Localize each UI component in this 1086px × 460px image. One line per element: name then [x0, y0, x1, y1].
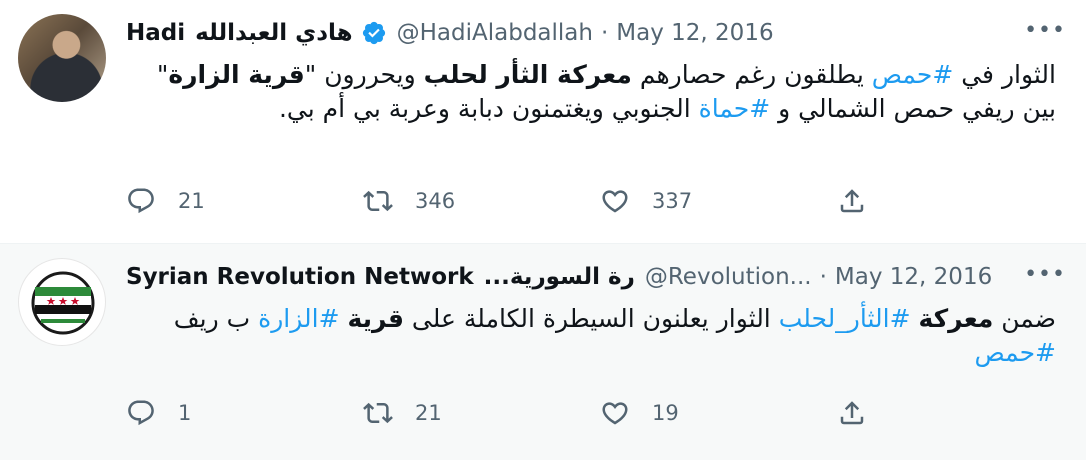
like-button[interactable]: 19: [600, 398, 837, 428]
heart-icon: [602, 402, 628, 425]
share-icon: [840, 401, 864, 425]
tweet-text: ضمن معركة #الثأر_لحلب الثوار يعلنون السي…: [126, 302, 1056, 370]
share-icon: [840, 189, 864, 213]
tweet-actions: 1 21 19: [126, 398, 896, 428]
bold-text: قرية: [347, 304, 404, 333]
like-count: 337: [652, 189, 693, 213]
tweet-text-segment: الثوار في: [953, 60, 1056, 89]
reply-count: 21: [178, 189, 205, 213]
author-name[interactable]: Hadi: [126, 20, 185, 46]
hashtag-link[interactable]: #الثأر_لحلب: [779, 304, 911, 333]
tweet-date[interactable]: May 12, 2016: [835, 264, 992, 290]
verified-badge-icon: [361, 20, 387, 46]
retweet-count: 346: [415, 189, 456, 213]
tweet-syrian-revolution-network[interactable]: Syrian Revolution Network ...رة السورية …: [0, 244, 1086, 460]
author-handle[interactable]: @Revolution...: [645, 264, 812, 290]
retweet-count: 21: [415, 401, 442, 425]
heart-icon: [602, 190, 628, 213]
tweet-text-segment: الجنوبي ويغتمنون دبابة وعربة بي أم بي.: [278, 94, 699, 123]
retweet-button[interactable]: 21: [363, 398, 600, 428]
like-button[interactable]: 337: [600, 186, 837, 216]
bold-text: معركة الثأر لحلب: [423, 60, 632, 89]
separator: ·: [600, 20, 609, 46]
reply-icon: [128, 188, 154, 214]
tweet-header: Hadi هادي العبدالله @HadiAlabdallah · Ma…: [126, 18, 1066, 48]
reply-icon: [128, 400, 154, 426]
hashtag-link[interactable]: #حمص: [975, 338, 1056, 367]
retweet-button[interactable]: 346: [363, 186, 600, 216]
tweet-text-segment: ب ريف: [173, 304, 259, 333]
tweet-text-segment: ضمن: [993, 304, 1056, 333]
tweet-text-segment: الثوار يعلنون السيطرة الكاملة على: [403, 304, 779, 333]
hashtag-link[interactable]: #الزارة: [258, 304, 339, 333]
tweet-date[interactable]: May 12, 2016: [616, 20, 773, 46]
author-handle[interactable]: @HadiAlabdallah: [397, 20, 593, 46]
retweet-icon: [363, 190, 393, 212]
avatar[interactable]: [18, 258, 106, 346]
logo-icon: [31, 271, 95, 335]
avatar[interactable]: [18, 14, 106, 102]
more-options-icon[interactable]: •••: [1024, 18, 1066, 43]
reply-button[interactable]: 1: [126, 398, 363, 428]
author-name[interactable]: Syrian Revolution Network: [126, 264, 474, 290]
hashtag-link[interactable]: #حمص: [872, 60, 953, 89]
like-count: 19: [652, 401, 679, 425]
author-name-arabic[interactable]: هادي العبدالله: [195, 20, 353, 46]
hashtag-link[interactable]: #حماة: [699, 94, 771, 123]
bold-text: معركة: [918, 304, 994, 333]
retweet-icon: [363, 402, 393, 424]
separator: ·: [819, 264, 827, 290]
tweet-header: Syrian Revolution Network ...رة السورية …: [126, 262, 1066, 292]
reply-count: 1: [178, 401, 192, 425]
more-options-icon[interactable]: •••: [1024, 262, 1066, 287]
tweet-text: الثوار في #حمص يطلقون رغم حصارهم معركة ا…: [126, 58, 1056, 126]
reply-button[interactable]: 21: [126, 186, 363, 216]
tweet-text-segment: يطلقون رغم حصارهم: [631, 60, 872, 89]
share-button[interactable]: [837, 398, 867, 428]
bold-text: قرية الزارة: [168, 60, 305, 89]
author-name-arabic[interactable]: ...رة السورية: [484, 264, 635, 290]
tweet-hadi[interactable]: Hadi هادي العبدالله @HadiAlabdallah · Ma…: [0, 0, 1086, 244]
tweet-text-segment: ويحررون ": [304, 60, 424, 89]
tweet-actions: 21 346 337: [126, 186, 896, 216]
share-button[interactable]: [837, 186, 867, 216]
